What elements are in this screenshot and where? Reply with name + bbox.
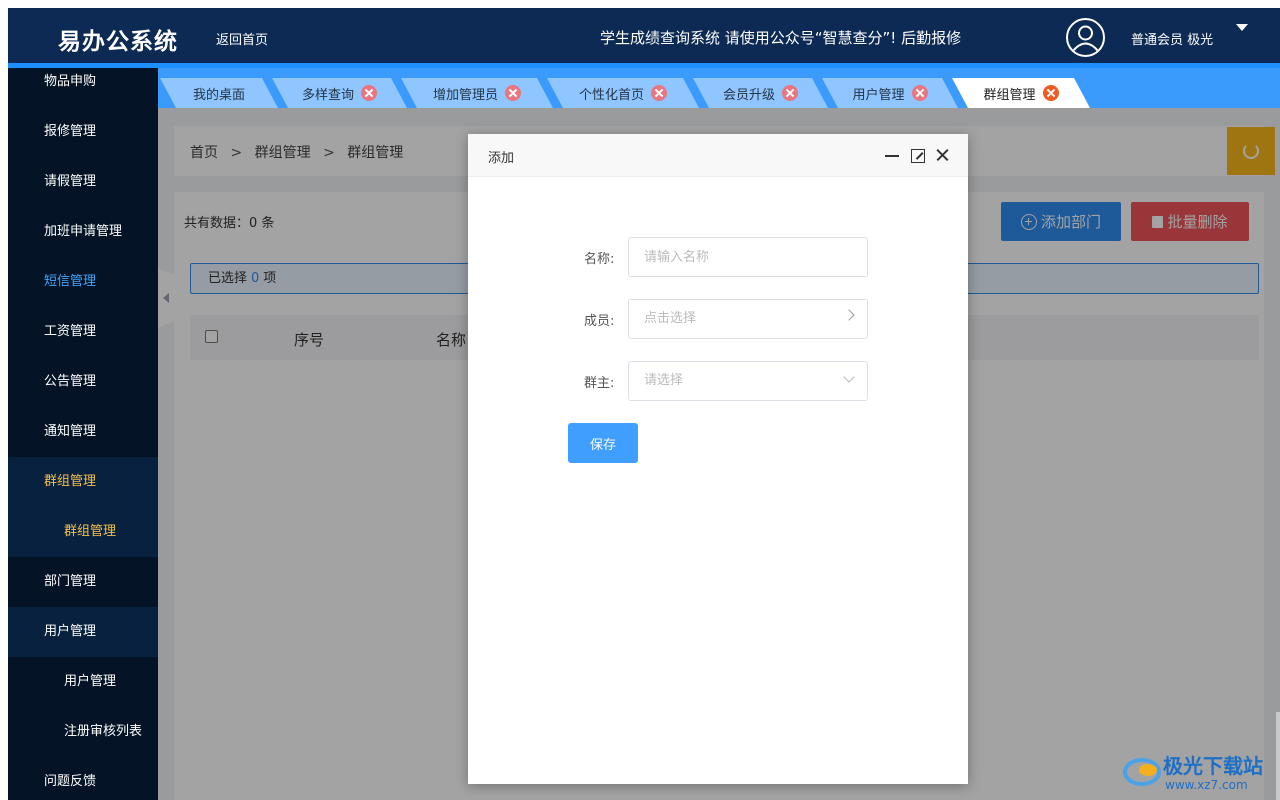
sidebar-item-users[interactable]: 用户管理 bbox=[8, 607, 158, 657]
notice-text: 学生成绩查询系统 请使用公众号“智慧查分”! 后勤报修 bbox=[600, 29, 962, 47]
close-icon[interactable] bbox=[651, 85, 667, 101]
add-group-dialog: 添加 名称: 成员: 点击选择 群主: 请选择 保存 bbox=[468, 134, 968, 784]
watermark-url: www.xz7.com bbox=[1165, 778, 1248, 792]
tab-membership-upgrade[interactable]: 会员升级 bbox=[693, 78, 828, 108]
caret-down-icon[interactable] bbox=[1236, 24, 1248, 31]
app-logo: 易办公系统 bbox=[58, 29, 178, 55]
sidebar-item-leave[interactable]: 请假管理 bbox=[8, 157, 158, 207]
close-icon[interactable] bbox=[935, 148, 949, 162]
tab-desktop[interactable]: 我的桌面 bbox=[160, 78, 278, 108]
close-icon[interactable] bbox=[361, 85, 377, 101]
sidebar-item-announcement[interactable]: 公告管理 bbox=[8, 357, 158, 407]
sidebar-subitem-registration-review[interactable]: 注册审核列表 bbox=[8, 707, 158, 757]
sidebar-subitem-group[interactable]: 群组管理 bbox=[8, 507, 158, 557]
sidebar-item-sms[interactable]: 短信管理 bbox=[8, 257, 158, 307]
tab-bar: 我的桌面 多样查询 增加管理员 个性化首页 会员升级 用户管理 群组管理 bbox=[158, 68, 1280, 108]
close-icon[interactable] bbox=[1043, 85, 1059, 101]
tab-label: 用户管理 bbox=[852, 87, 905, 103]
tab-label: 增加管理员 bbox=[432, 87, 498, 103]
sidebar-item-department[interactable]: 部门管理 bbox=[8, 557, 158, 607]
tab-label: 我的桌面 bbox=[192, 87, 245, 103]
tab-label: 群组管理 bbox=[983, 87, 1036, 103]
minimize-icon[interactable] bbox=[885, 155, 899, 157]
user-name[interactable]: 普通会员 极光 bbox=[1131, 29, 1213, 48]
owner-select[interactable]: 请选择 bbox=[628, 361, 868, 401]
name-input[interactable] bbox=[628, 237, 868, 277]
members-label: 成员: bbox=[584, 314, 615, 329]
sidebar-item-feedback[interactable]: 问题反馈 bbox=[8, 757, 158, 800]
app-window: 易办公系统 返回首页 学生成绩查询系统 请使用公众号“智慧查分”! 后勤报修 普… bbox=[0, 0, 1280, 800]
owner-label: 群主: bbox=[584, 376, 615, 391]
tab-add-admin[interactable]: 增加管理员 bbox=[401, 78, 553, 108]
tab-personalized-home[interactable]: 个性化首页 bbox=[547, 78, 699, 108]
dialog-header: 添加 bbox=[468, 134, 968, 177]
maximize-icon[interactable] bbox=[911, 149, 925, 163]
close-icon[interactable] bbox=[505, 85, 521, 101]
page-scrollbar[interactable] bbox=[1276, 712, 1280, 800]
name-label: 名称: bbox=[584, 252, 615, 267]
tab-label: 会员升级 bbox=[722, 87, 775, 103]
back-home-link[interactable]: 返回首页 bbox=[216, 29, 268, 48]
tab-label: 个性化首页 bbox=[578, 87, 644, 103]
close-icon[interactable] bbox=[912, 85, 928, 101]
save-button[interactable]: 保存 bbox=[568, 423, 638, 463]
tab-group-management[interactable]: 群组管理 bbox=[952, 78, 1090, 108]
dialog-title: 添加 bbox=[488, 151, 515, 166]
top-header: 易办公系统 返回首页 学生成绩查询系统 请使用公众号“智慧查分”! 后勤报修 普… bbox=[8, 8, 1280, 63]
sidebar-item-overtime[interactable]: 加班申请管理 bbox=[8, 207, 158, 257]
tab-multi-query[interactable]: 多样查询 bbox=[272, 78, 407, 108]
sidebar-item-group[interactable]: 群组管理 bbox=[8, 457, 158, 507]
sidebar-subitem-users[interactable]: 用户管理 bbox=[8, 657, 158, 707]
members-picker[interactable]: 点击选择 bbox=[628, 299, 868, 339]
tab-user-management[interactable]: 用户管理 bbox=[822, 78, 958, 108]
tab-label: 多样查询 bbox=[301, 87, 354, 103]
sidebar-item-salary[interactable]: 工资管理 bbox=[8, 307, 158, 357]
avatar-icon[interactable] bbox=[1066, 18, 1105, 57]
sidebar-item-repair[interactable]: 报修管理 bbox=[8, 107, 158, 157]
close-icon[interactable] bbox=[782, 85, 798, 101]
sidebar-item-notification[interactable]: 通知管理 bbox=[8, 407, 158, 457]
watermark-text: 极光下载站 bbox=[1163, 754, 1263, 778]
sidebar: 物品申购 报修管理 请假管理 加班申请管理 短信管理 工资管理 公告管理 通知管… bbox=[8, 68, 158, 800]
